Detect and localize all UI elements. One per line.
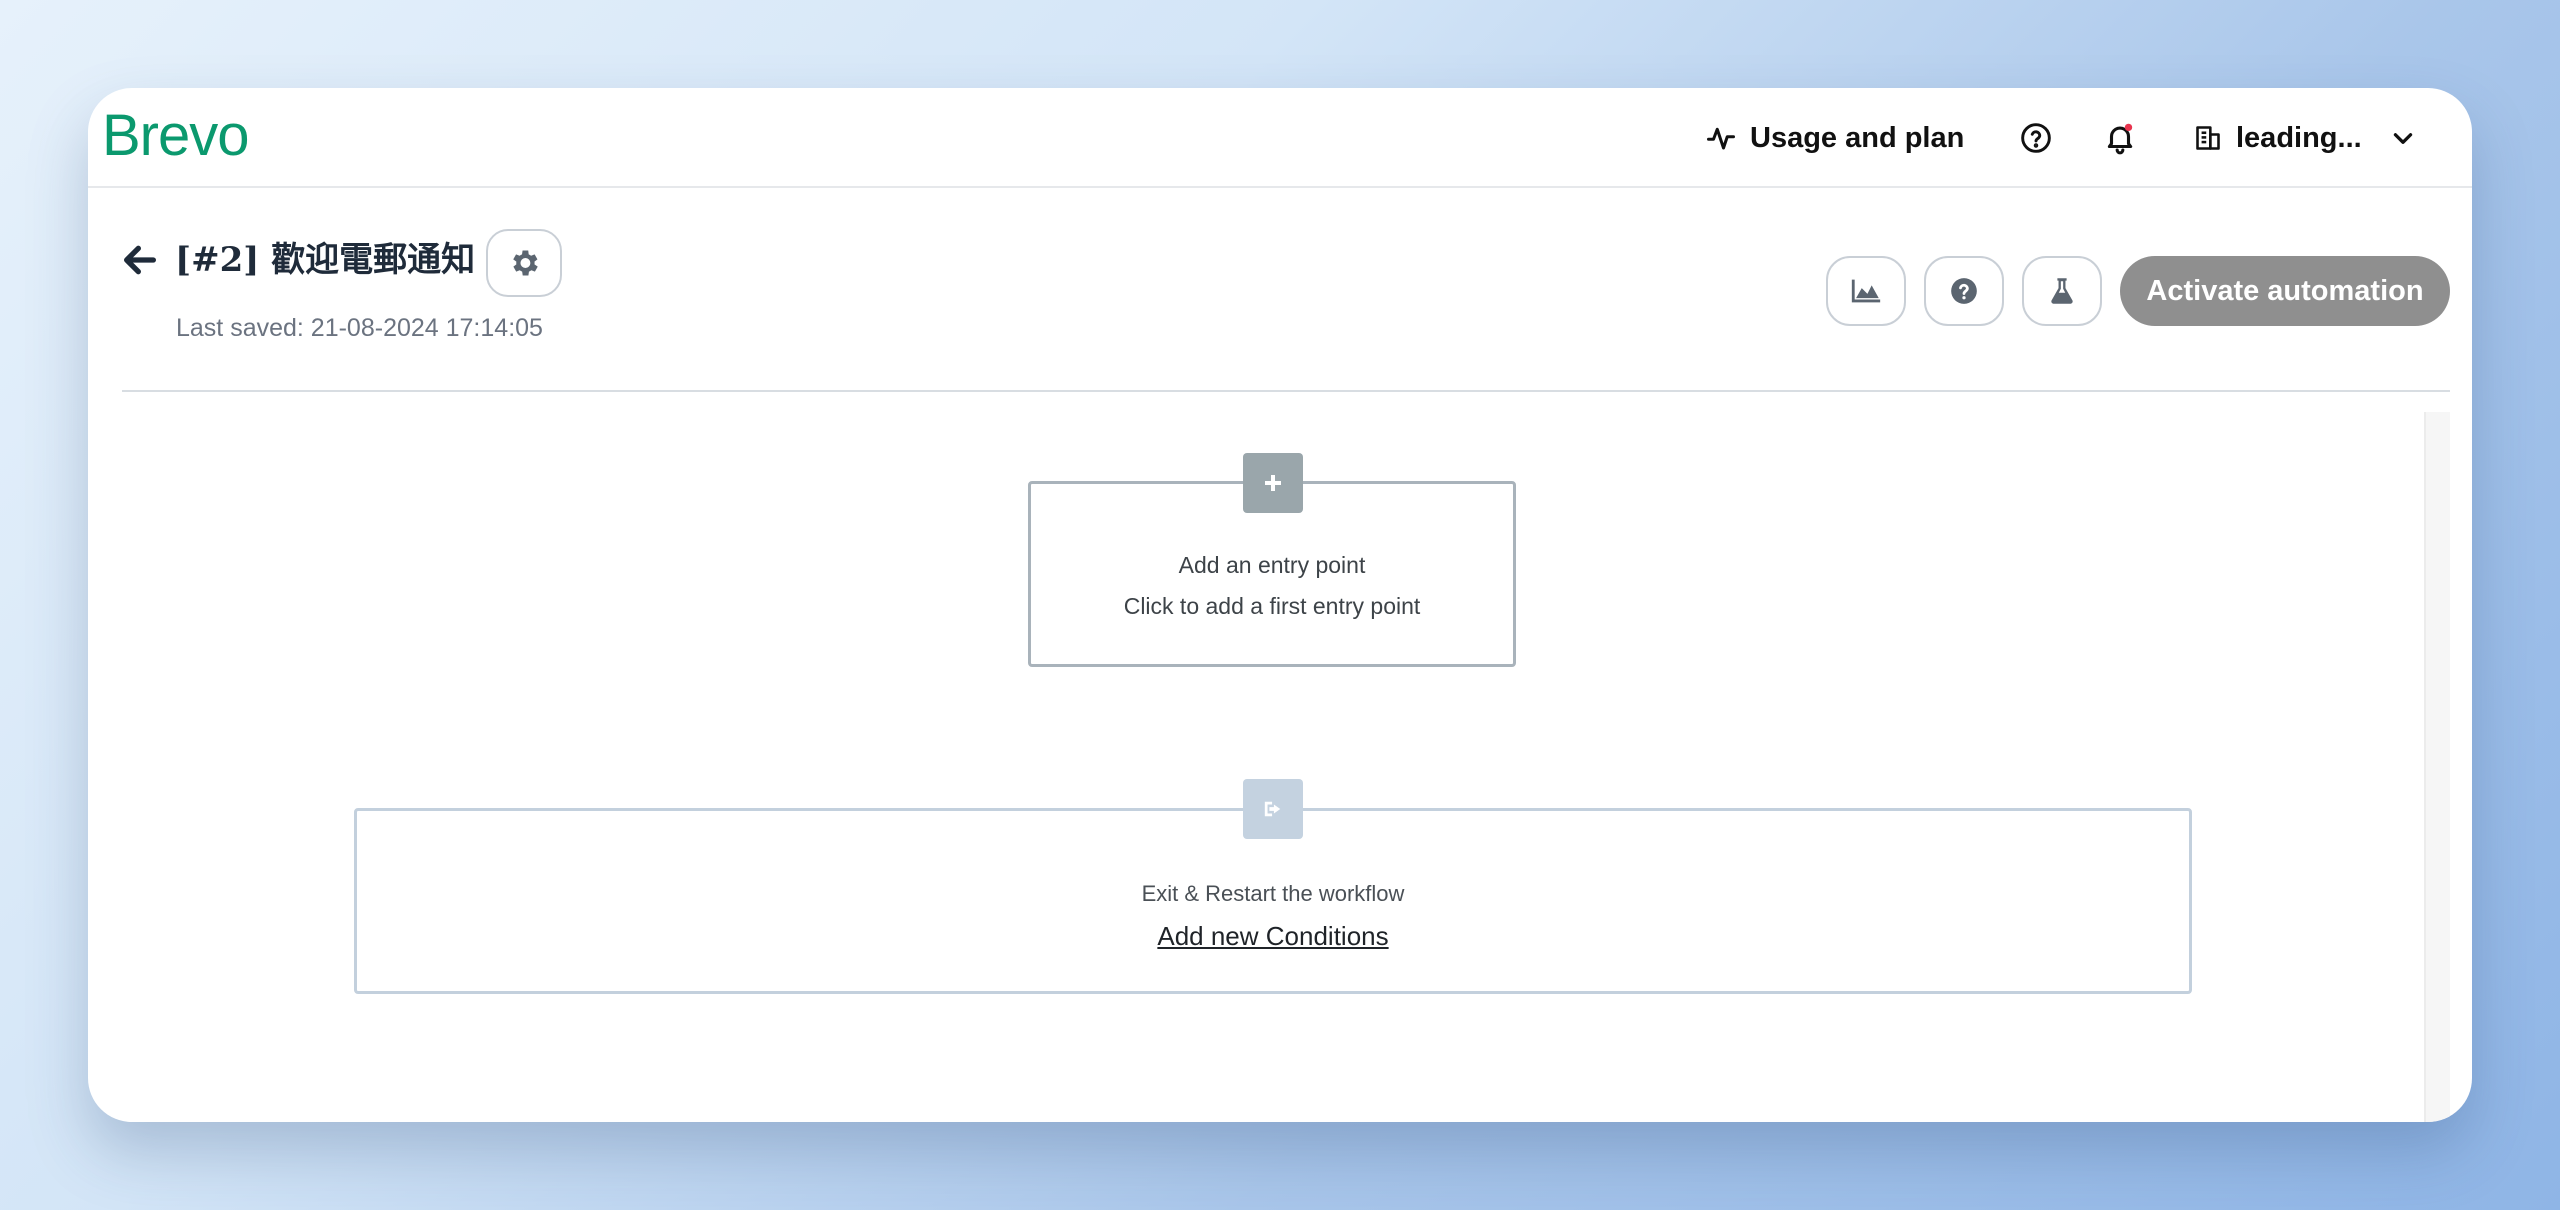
organization-switcher[interactable]: leading...	[2194, 114, 2416, 162]
entry-point-subtitle: Click to add a first entry point	[1123, 593, 1421, 619]
question-circle-icon	[1951, 278, 1977, 304]
activate-automation-button[interactable]: Activate automation	[2120, 256, 2450, 326]
area-chart-icon	[1851, 279, 1881, 303]
automation-title: [#2] 歡迎電郵通知	[175, 240, 476, 280]
building-icon	[2196, 126, 2220, 150]
back-button[interactable]	[120, 240, 160, 280]
chevron-down-icon	[2393, 133, 2412, 144]
brevo-logo[interactable]: Brevo	[102, 106, 250, 166]
activity-icon	[1707, 127, 1735, 150]
usage-and-plan-label: Usage and plan	[1750, 121, 1965, 154]
workflow-settings-button[interactable]	[486, 229, 562, 297]
entry-point-title: Add an entry point	[1178, 552, 1366, 578]
app-window: Brevo Usage and plan leading... [#2] 歡迎電…	[88, 88, 2472, 1122]
arrow-left-icon	[124, 245, 156, 275]
bell-icon	[2107, 123, 2133, 155]
usage-and-plan-button[interactable]: Usage and plan	[1706, 114, 1964, 162]
plus-icon	[1265, 475, 1281, 491]
add-entry-point-button[interactable]	[1243, 453, 1303, 513]
canvas-scrollbar[interactable]	[2424, 412, 2450, 1122]
last-saved-timestamp: Last saved: 21-08-2024 17:14:05	[176, 314, 543, 342]
help-guide-button[interactable]	[1924, 256, 2004, 326]
organization-name: leading...	[2236, 121, 2362, 154]
help-button[interactable]	[2012, 114, 2060, 162]
test-workflow-button[interactable]	[2022, 256, 2102, 326]
statistics-button[interactable]	[1826, 256, 1906, 326]
gear-icon	[513, 250, 538, 276]
header-divider	[122, 390, 2450, 392]
notifications-button[interactable]	[2096, 114, 2144, 162]
exit-node-badge	[1243, 779, 1303, 839]
top-navigation-bar: Brevo Usage and plan leading...	[88, 88, 2472, 188]
question-circle-icon	[2021, 123, 2051, 153]
sign-out-icon	[1264, 801, 1281, 817]
flask-icon	[2051, 278, 2073, 304]
add-conditions-wrapper: Add new Conditions	[357, 921, 2189, 952]
exit-restart-title: Exit & Restart the workflow	[1141, 881, 1405, 906]
add-new-conditions-link[interactable]: Add new Conditions	[1157, 921, 1388, 951]
